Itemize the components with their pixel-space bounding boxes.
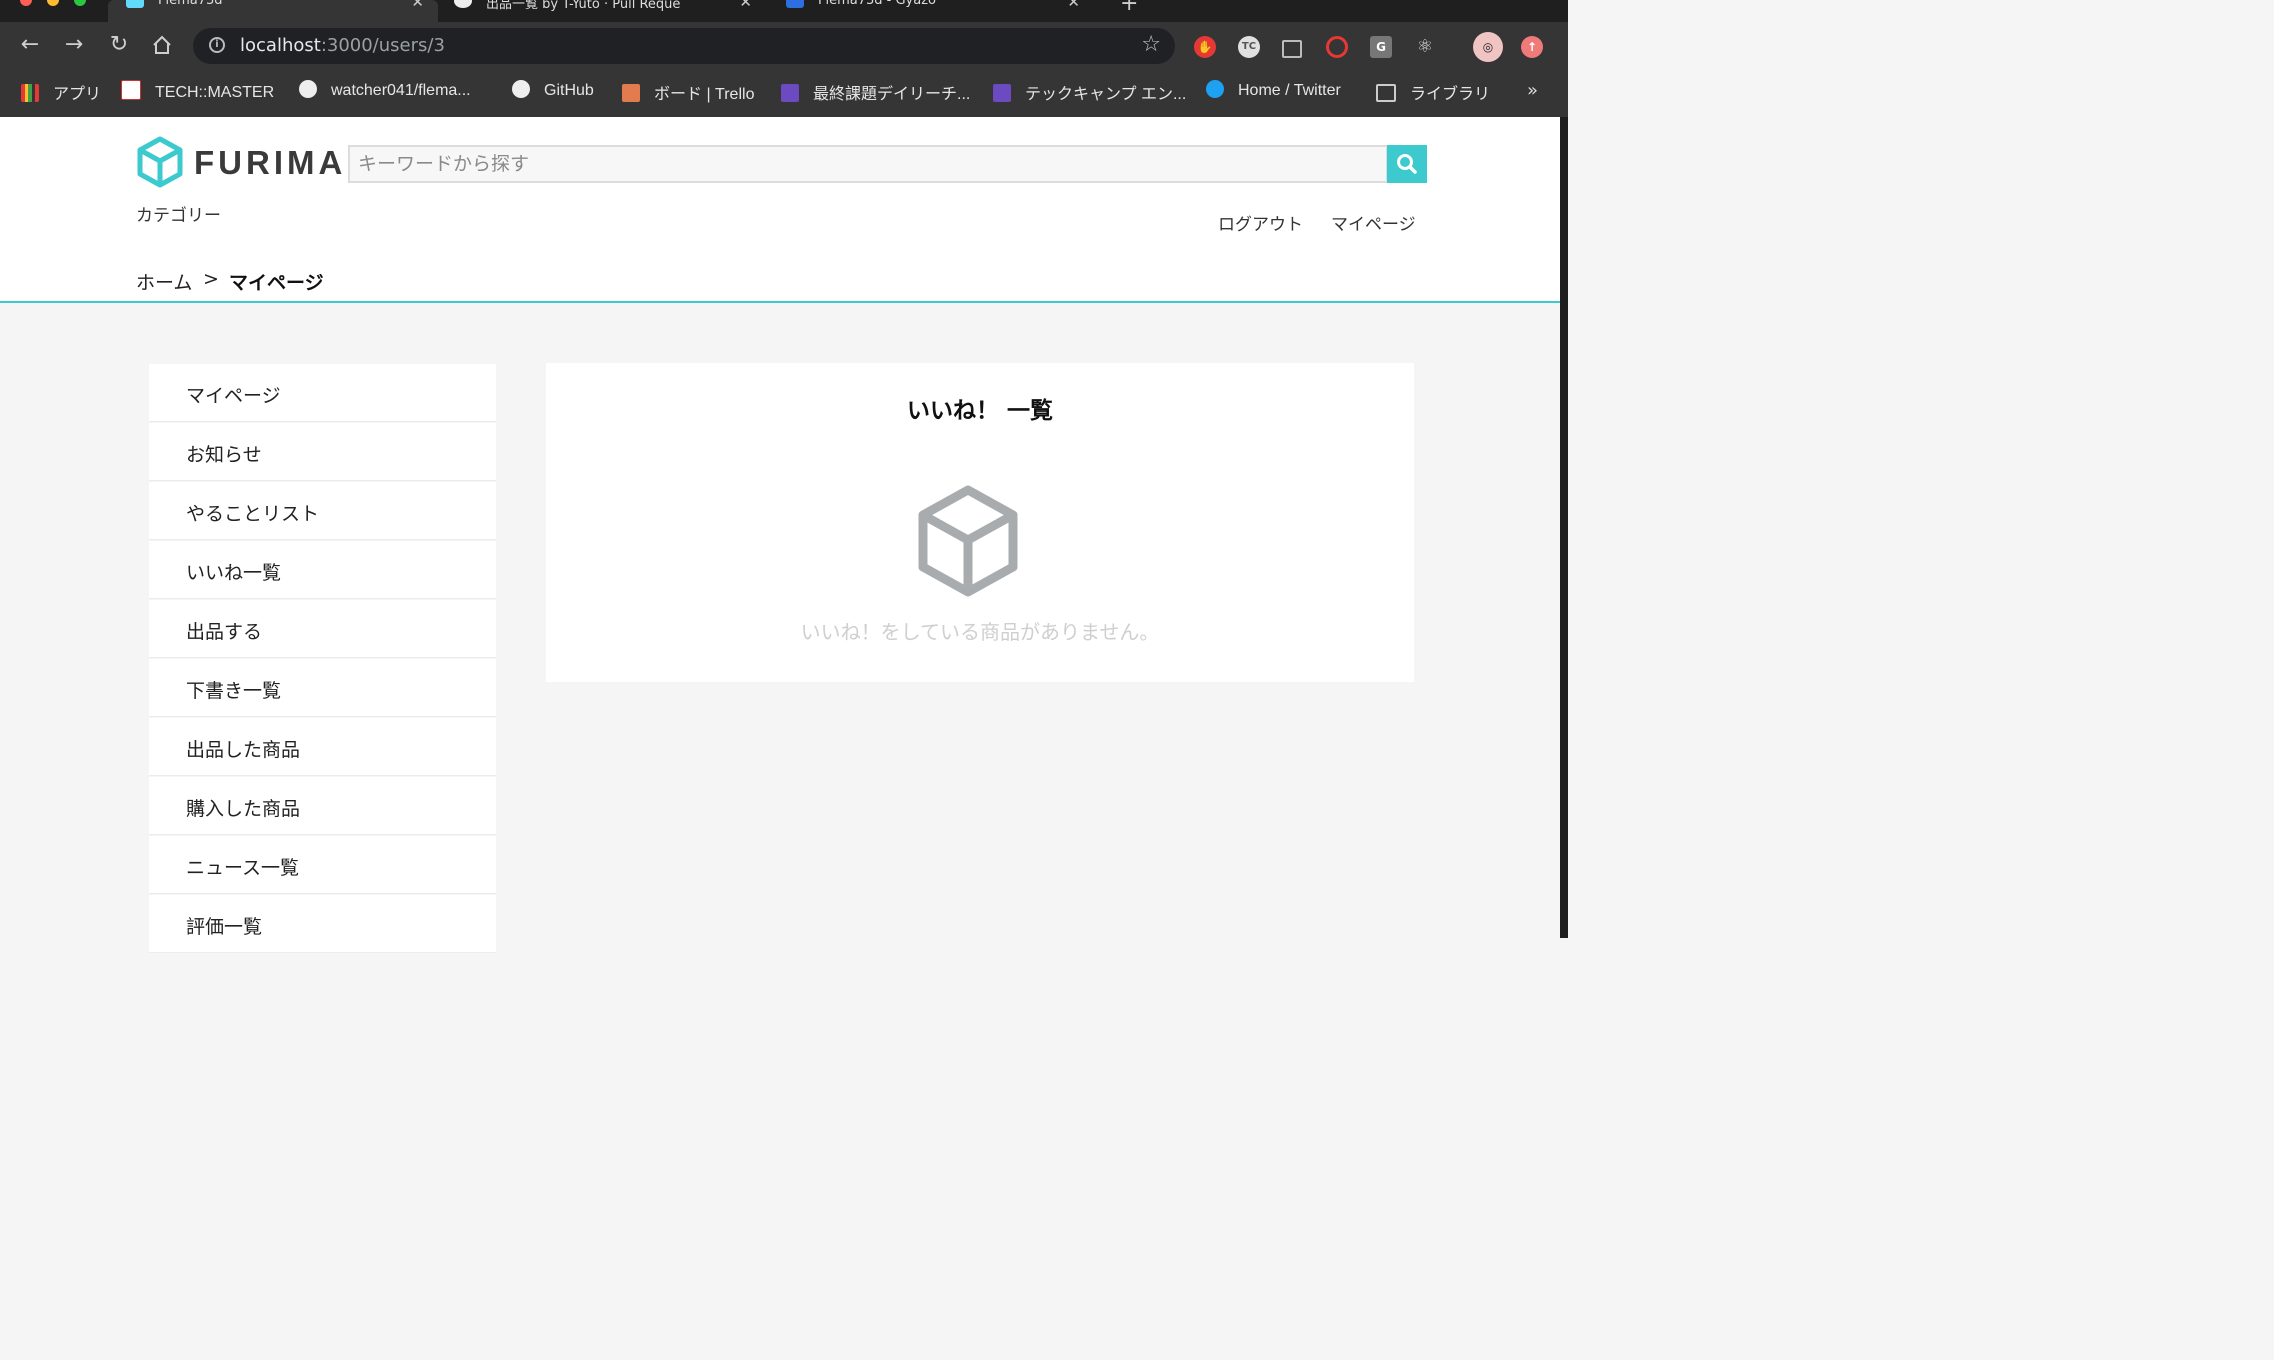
github-icon xyxy=(299,80,317,98)
sidebar-item-listed[interactable]: 出品した商品 xyxy=(149,718,496,776)
category-link[interactable]: カテゴリー xyxy=(136,201,221,226)
tab-title: 出品一覧 by T-Yuto · Pull Reque xyxy=(486,0,681,12)
tab-title: Flema73d - Gyazo xyxy=(818,0,936,8)
bookmark-watcher041[interactable]: watcher041/flema... xyxy=(299,80,471,102)
bookmark-folder-library[interactable]: ライブラリ xyxy=(1376,80,1490,103)
browser-toolbar: ← → ↻ i localhost:3000/users/3 ☆ ✋ TC G … xyxy=(0,22,1568,72)
react-devtools-icon[interactable]: ⚛ xyxy=(1414,36,1436,58)
sidebar-item-label: マイページ xyxy=(186,385,281,407)
home-icon[interactable] xyxy=(149,32,175,58)
logout-link[interactable]: ログアウト xyxy=(1218,210,1303,235)
site-info-icon[interactable]: i xyxy=(209,37,225,53)
sidebar-item-label: 購入した商品 xyxy=(186,798,301,820)
url-text: localhost:3000/users/3 xyxy=(240,35,445,56)
empty-message: いいね！をしている商品がありません。 xyxy=(800,620,1160,644)
screen-extension-icon[interactable] xyxy=(1282,40,1302,58)
zoom-window-button[interactable] xyxy=(74,0,86,6)
twitter-bird-icon xyxy=(1206,80,1224,98)
sidebar-item-label: いいね一覧 xyxy=(186,562,282,584)
browser-tab-2[interactable]: 出品一覧 by T-Yuto · Pull Reque ✕ xyxy=(440,0,766,22)
bookmark-github[interactable]: GitHub xyxy=(512,80,594,102)
empty-box-icon xyxy=(918,485,1018,597)
breadcrumb-home-link[interactable]: ホーム xyxy=(136,268,192,295)
list-icon xyxy=(781,84,799,102)
gyazo-favicon-icon xyxy=(786,0,804,8)
likes-panel: いいね！ 一覧 いいね！をしている商品がありません。 xyxy=(546,363,1414,682)
browser-tab-3[interactable]: Flema73d - Gyazo ✕ xyxy=(768,0,1094,22)
search-button[interactable] xyxy=(1387,145,1427,183)
mypage-sidebar: マイページ お知らせ やることリスト いいね一覧 出品する 下書き一覧 出品した… xyxy=(149,364,496,954)
reload-icon[interactable]: ↻ xyxy=(106,32,132,58)
devtools-edge xyxy=(1560,117,1568,938)
sidebar-item-label: お知らせ xyxy=(186,444,262,466)
sidebar-item-label: 評価一覧 xyxy=(186,916,263,938)
logo-text: FURIMA xyxy=(194,144,347,181)
bookmark-twitter[interactable]: Home / Twitter xyxy=(1206,80,1341,102)
sidebar-item-drafts[interactable]: 下書き一覧 xyxy=(149,659,496,717)
sidebar-item-label: 下書き一覧 xyxy=(186,680,282,702)
address-bar[interactable]: i localhost:3000/users/3 ☆ xyxy=(193,28,1175,64)
panel-title: いいね！ 一覧 xyxy=(906,398,1053,424)
sidebar-item-todo[interactable]: やることリスト xyxy=(149,482,496,540)
block-extension-icon[interactable] xyxy=(1326,36,1348,58)
page-content: FURIMA カテゴリー ログアウト マイページ ホーム > マイページ マイペ… xyxy=(0,117,1560,953)
sidebar-item-sell[interactable]: 出品する xyxy=(149,600,496,658)
sidebar-item-purchased[interactable]: 購入した商品 xyxy=(149,777,496,835)
forward-arrow-icon[interactable]: → xyxy=(61,32,87,58)
search-form xyxy=(348,145,1427,183)
new-tab-button[interactable]: + xyxy=(1120,0,1138,16)
adblock-extension-icon[interactable]: ✋ xyxy=(1194,36,1216,58)
breadcrumb-separator: > xyxy=(203,268,219,290)
breadcrumb: ホーム > マイページ xyxy=(0,258,1560,303)
sidebar-item-label: ニュース一覧 xyxy=(186,857,300,879)
github-favicon-icon xyxy=(454,0,472,8)
bookmark-techcamp[interactable]: テックキャンプ エン... xyxy=(993,80,1186,103)
site-header: FURIMA カテゴリー ログアウト マイページ xyxy=(0,117,1560,259)
techmaster-icon xyxy=(121,80,141,100)
close-icon[interactable]: ✕ xyxy=(739,0,752,11)
sidebar-item-notifications[interactable]: お知らせ xyxy=(149,423,496,481)
bookmark-techmaster[interactable]: TECH::MASTER xyxy=(121,80,274,102)
sidebar-item-likes[interactable]: いいね一覧 xyxy=(149,541,496,599)
search-input[interactable] xyxy=(348,145,1388,183)
sidebar-item-mypage[interactable]: マイページ xyxy=(149,364,496,422)
more-bookmarks-chevron-icon[interactable]: » xyxy=(1527,80,1538,101)
bookmark-trello[interactable]: ボード | Trello xyxy=(622,80,754,103)
folder-icon xyxy=(1376,84,1396,102)
browser-tab-1[interactable]: Flema73d ✕ xyxy=(108,0,438,22)
sidebar-item-label: 出品する xyxy=(186,621,263,643)
sidebar-item-label: やることリスト xyxy=(186,503,320,525)
update-icon[interactable]: ↑ xyxy=(1521,36,1543,58)
furima-logo[interactable]: FURIMA xyxy=(136,136,342,192)
tc-extension-icon[interactable]: TC xyxy=(1238,36,1260,58)
profile-avatar-icon[interactable]: ◎ xyxy=(1473,32,1503,62)
close-icon[interactable]: ✕ xyxy=(1067,0,1080,11)
furima-cube-icon xyxy=(137,136,183,188)
tab-title: Flema73d xyxy=(158,0,223,8)
bookmark-star-icon[interactable]: ☆ xyxy=(1141,32,1161,57)
grammar-extension-icon[interactable]: G xyxy=(1370,36,1392,58)
sidebar-item-label: 出品した商品 xyxy=(186,739,301,761)
trello-icon xyxy=(622,84,640,102)
bookmark-apps[interactable]: アプリ xyxy=(21,80,101,103)
bookmarks-bar: アプリ TECH::MASTER watcher041/flema... Git… xyxy=(0,72,1568,117)
react-favicon-icon xyxy=(126,0,144,8)
sidebar-item-reviews[interactable]: 評価一覧 xyxy=(149,895,496,953)
back-arrow-icon[interactable]: ← xyxy=(17,32,43,58)
browser-tab-strip: Flema73d ✕ 出品一覧 by T-Yuto · Pull Reque ✕… xyxy=(0,0,1568,22)
bookmark-daily[interactable]: 最終課題デイリーチ... xyxy=(781,80,970,103)
apps-grid-icon xyxy=(21,84,39,102)
close-icon[interactable]: ✕ xyxy=(411,0,424,11)
list-icon xyxy=(993,84,1011,102)
github-icon xyxy=(512,80,530,98)
close-window-button[interactable] xyxy=(20,0,32,6)
breadcrumb-current: マイページ xyxy=(229,272,324,294)
minimize-window-button[interactable] xyxy=(47,0,59,6)
search-icon xyxy=(1397,154,1417,174)
sidebar-item-news[interactable]: ニュース一覧 xyxy=(149,836,496,894)
mypage-link[interactable]: マイページ xyxy=(1331,210,1416,235)
